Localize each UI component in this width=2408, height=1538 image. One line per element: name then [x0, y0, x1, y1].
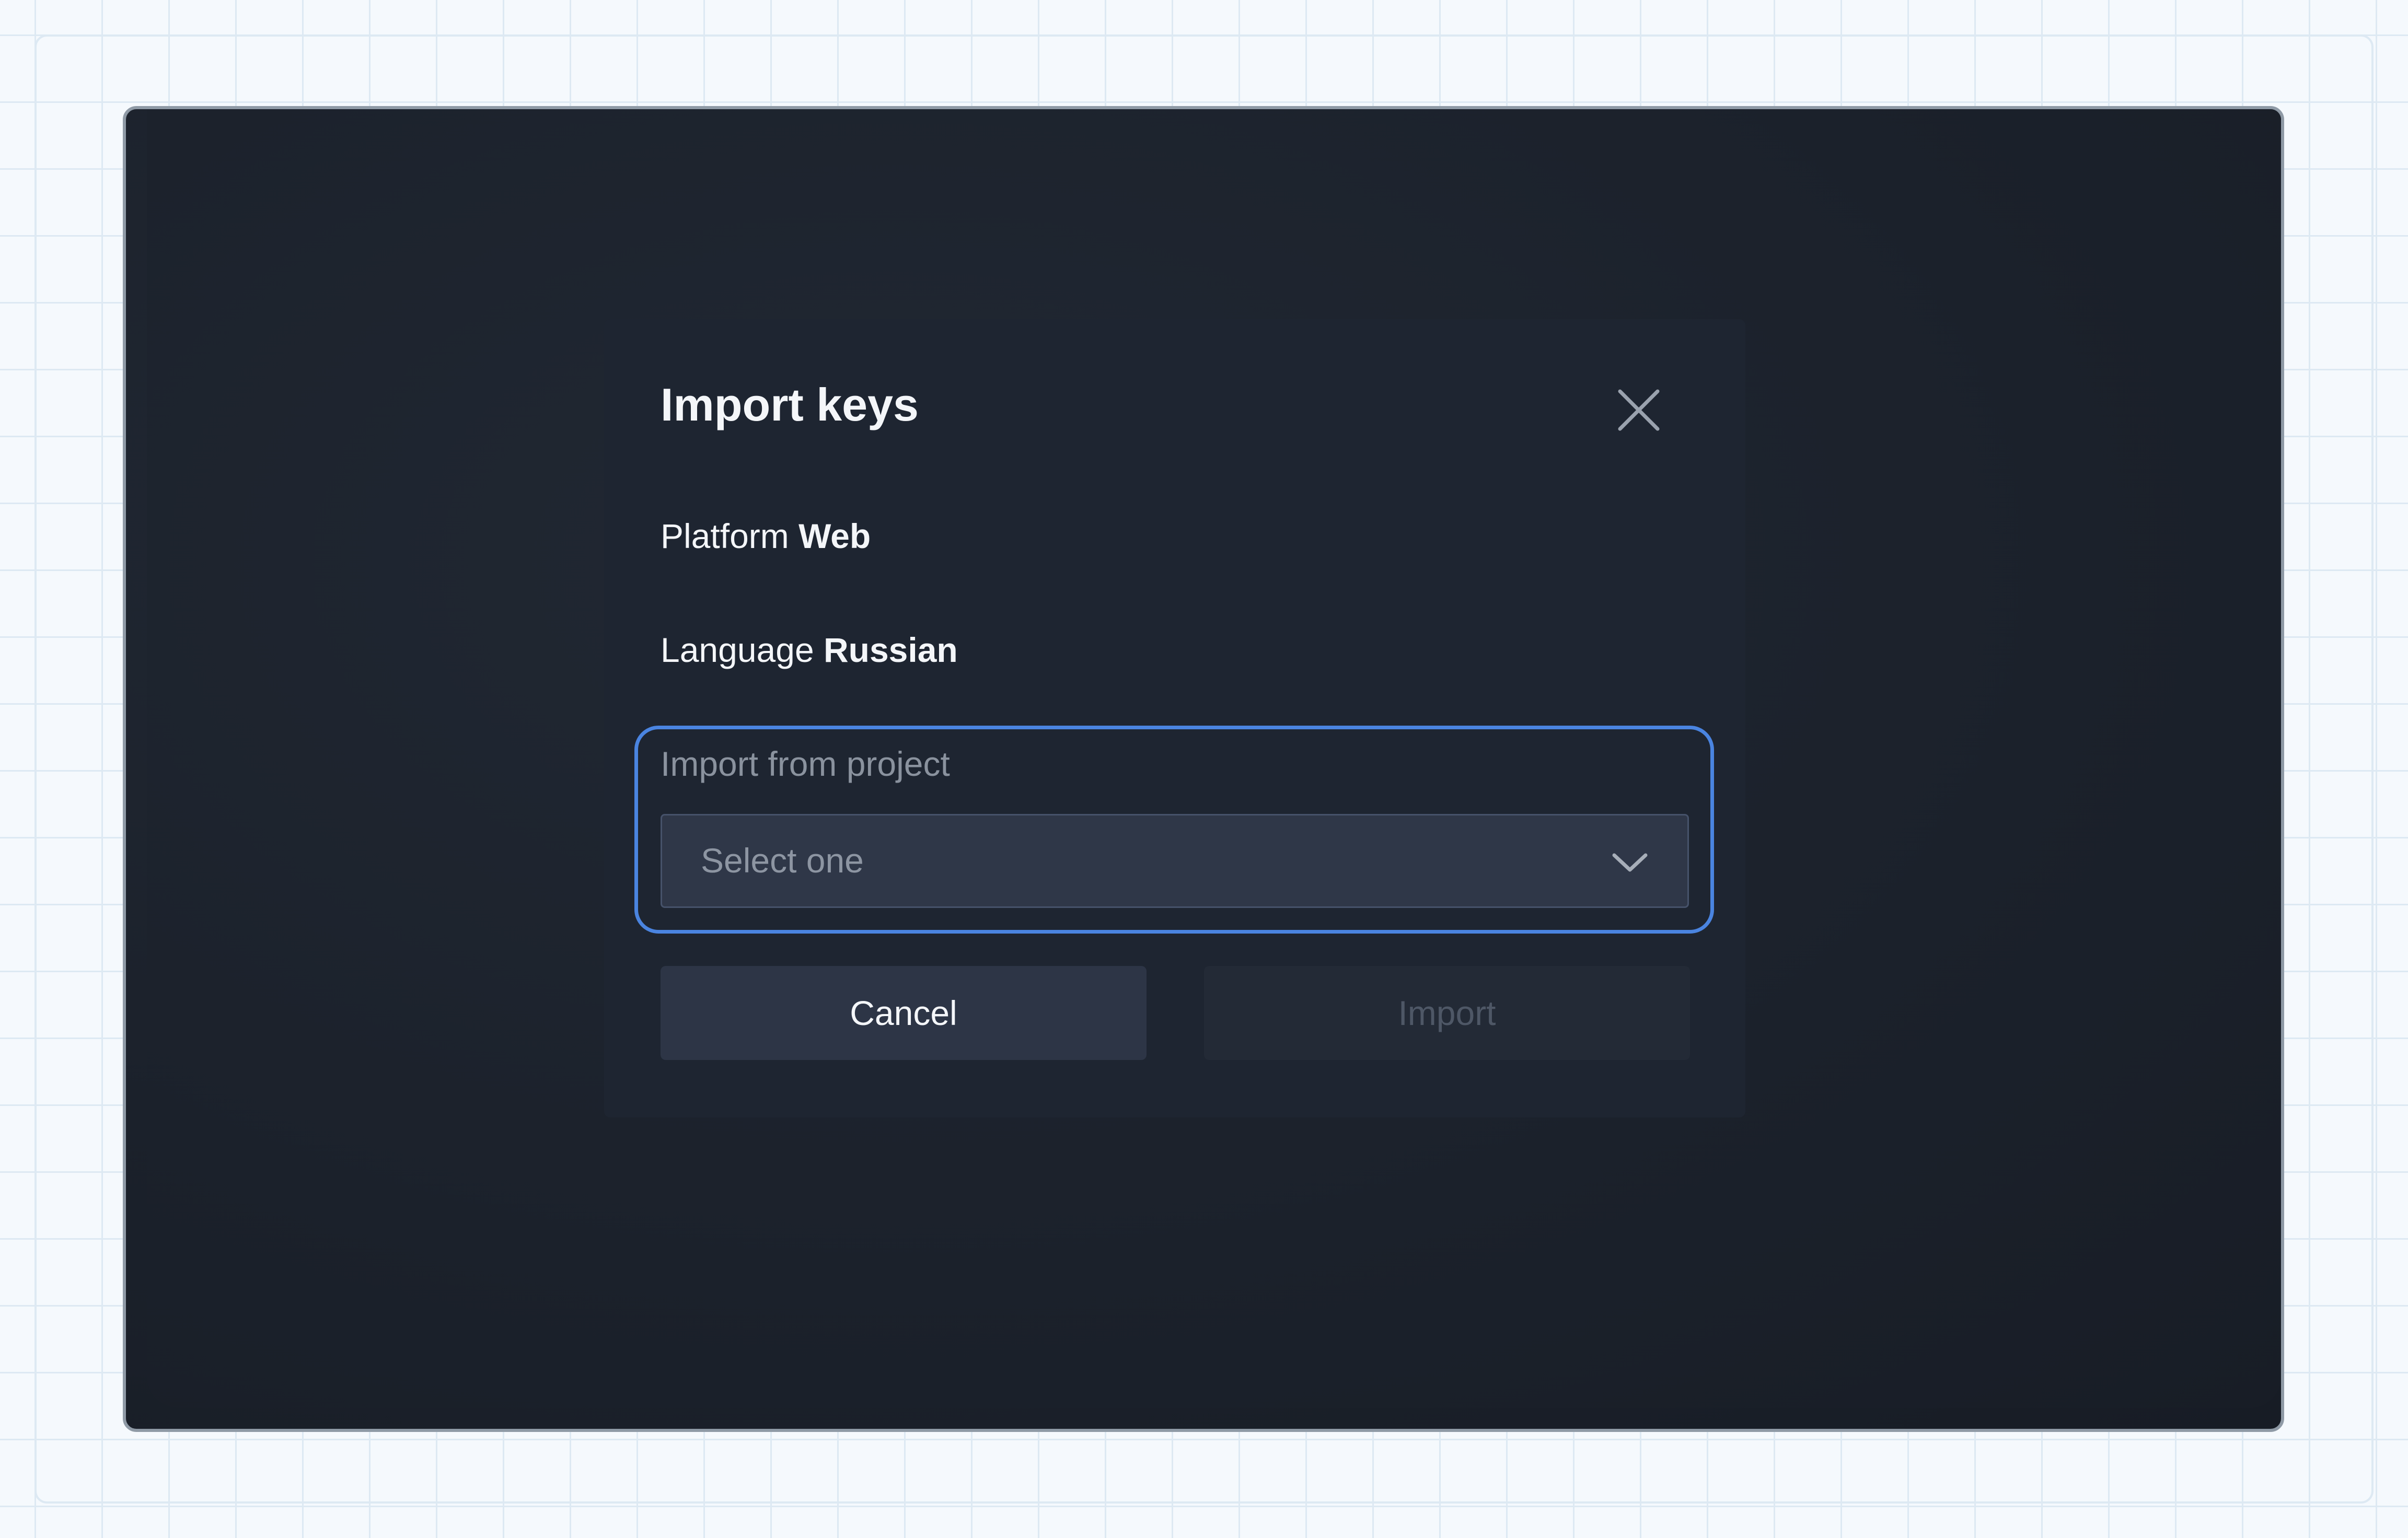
- dialog-title: Import keys: [661, 379, 919, 430]
- language-info: Language Russian: [661, 633, 958, 667]
- platform-info: Platform Web: [661, 519, 871, 553]
- close-button[interactable]: [1613, 384, 1665, 436]
- project-select[interactable]: Select one: [661, 814, 1689, 908]
- language-value: Russian: [824, 631, 958, 669]
- import-from-project-label: Import from project: [661, 744, 950, 783]
- language-label: Language: [661, 631, 814, 669]
- import-button[interactable]: Import: [1204, 966, 1690, 1060]
- close-icon: [1618, 389, 1660, 431]
- select-placeholder: Select one: [701, 841, 864, 880]
- chevron-down-icon: [1609, 844, 1651, 880]
- import-keys-dialog: Import keys Platform Web Language Russia…: [604, 319, 1745, 1117]
- platform-value: Web: [798, 517, 871, 555]
- cancel-button[interactable]: Cancel: [661, 966, 1147, 1060]
- platform-label: Platform: [661, 517, 789, 555]
